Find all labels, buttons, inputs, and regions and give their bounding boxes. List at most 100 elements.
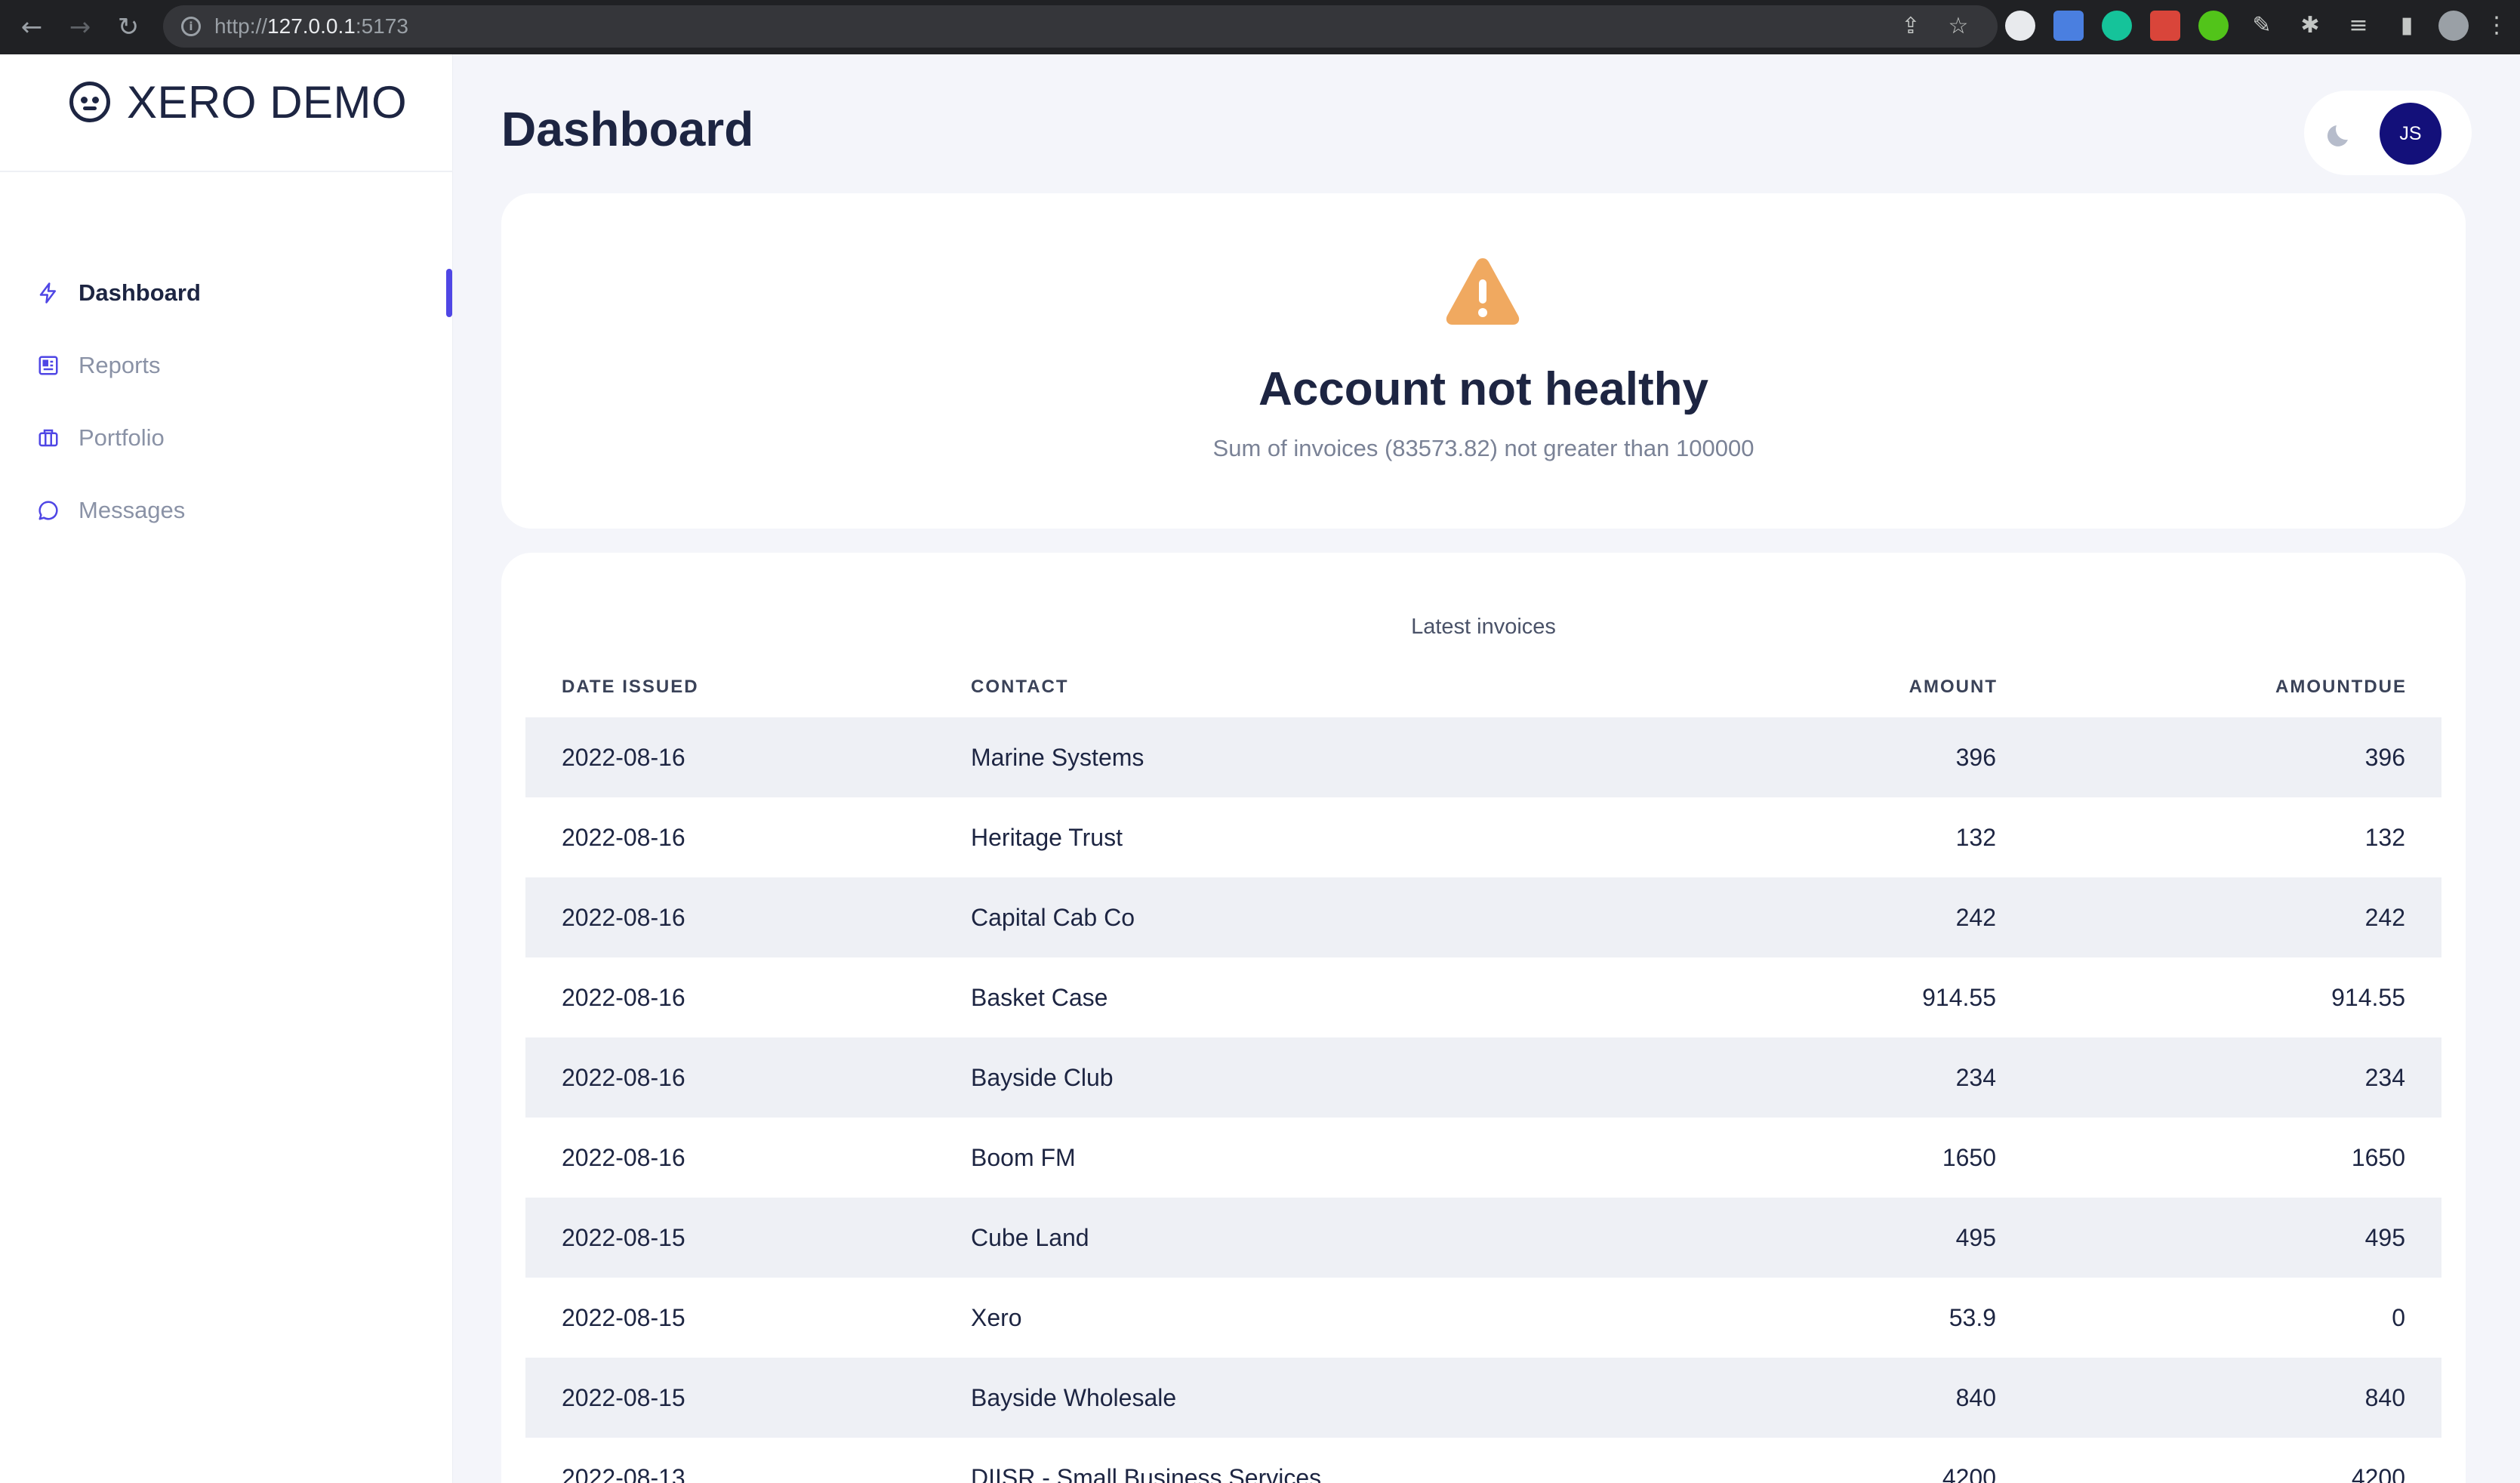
health-status-title: Account not healthy <box>1258 363 1708 415</box>
grammarly-extension-icon[interactable] <box>2102 11 2132 41</box>
sidebar-item-reports[interactable]: Reports <box>35 343 442 388</box>
reload-icon[interactable]: ↻ <box>113 12 143 42</box>
extension-icon[interactable] <box>2150 11 2180 41</box>
cell-amount: 1650 <box>1942 1144 1996 1171</box>
forward-arrow-icon[interactable]: → <box>65 12 95 42</box>
cell-date: 2022-08-15 <box>562 1384 685 1411</box>
cell-amount-due: 234 <box>2364 1064 2405 1091</box>
bookmark-star-icon[interactable]: ☆ <box>1943 11 1973 42</box>
sidebar-item-label: Portfolio <box>79 424 165 451</box>
cell-date: 2022-08-16 <box>562 744 685 771</box>
reports-icon <box>35 352 62 379</box>
bolt-icon <box>35 279 62 307</box>
browser-toolbar: ← → ↻ i http://127.0.0.1:5173 ⇪ ☆ ✎ ✱ ≡ … <box>0 0 2520 54</box>
extension-icon[interactable] <box>2005 11 2035 41</box>
cell-amount: 132 <box>1955 824 1996 851</box>
cell-contact: Xero <box>971 1304 1022 1331</box>
avatar[interactable]: JS <box>2380 103 2441 165</box>
logo-face-icon <box>69 82 110 122</box>
cell-contact: Basket Case <box>971 984 1108 1011</box>
table-row[interactable]: 2022-08-15 Cube Land 495 495 <box>525 1198 2441 1278</box>
sidebar-item-label: Reports <box>79 352 161 378</box>
health-status-subtitle: Sum of invoices (83573.82) not greater t… <box>1212 435 1754 461</box>
cell-contact: Heritage Trust <box>971 824 1123 851</box>
cell-date: 2022-08-15 <box>562 1304 685 1331</box>
cell-date: 2022-08-16 <box>562 1144 685 1171</box>
cell-contact: Bayside Wholesale <box>971 1384 1177 1411</box>
column-header-date: DATE ISSUED <box>562 677 699 697</box>
cell-amount-due: 396 <box>2364 744 2405 771</box>
cell-contact: Boom FM <box>971 1144 1076 1171</box>
sidebar <box>0 54 453 1483</box>
cell-contact: Bayside Club <box>971 1064 1114 1091</box>
translate-extension-icon[interactable] <box>2053 11 2084 41</box>
column-header-amount: AMOUNT <box>1908 677 1998 697</box>
table-row[interactable]: 2022-08-16 Capital Cab Co 242 242 <box>525 877 2441 957</box>
cell-date: 2022-08-13 <box>562 1464 685 1483</box>
table-caption: Latest invoices <box>1411 615 1556 639</box>
table-row[interactable]: 2022-08-13 DIISR - Small Business Servic… <box>525 1438 2441 1483</box>
column-header-contact: CONTACT <box>971 677 1069 697</box>
cell-amount-due: 914.55 <box>2331 984 2405 1011</box>
cell-date: 2022-08-15 <box>562 1224 685 1251</box>
briefcase-icon <box>35 424 62 452</box>
address-bar[interactable]: i http://127.0.0.1:5173 ⇪ ☆ <box>163 5 1998 48</box>
back-arrow-icon[interactable]: ← <box>17 12 47 42</box>
profile-avatar-icon[interactable] <box>2438 11 2469 41</box>
cell-amount: 53.9 <box>1949 1304 1996 1331</box>
url-text: http://127.0.0.1:5173 <box>214 14 408 38</box>
sidebar-item-messages[interactable]: Messages <box>35 488 442 533</box>
table-row[interactable]: 2022-08-16 Marine Systems 396 396 <box>525 717 2441 797</box>
warning-icon <box>1443 254 1522 329</box>
cell-amount-due: 4200 <box>2351 1464 2405 1483</box>
sidebar-item-dashboard[interactable]: Dashboard <box>35 270 442 316</box>
sidebar-item-label: Dashboard <box>79 279 201 306</box>
cell-amount: 242 <box>1955 904 1996 931</box>
cell-amount-due: 495 <box>2364 1224 2405 1251</box>
table-row[interactable]: 2022-08-16 Bayside Club 234 234 <box>525 1037 2441 1118</box>
table-row[interactable]: 2022-08-16 Boom FM 1650 1650 <box>525 1118 2441 1198</box>
cell-date: 2022-08-16 <box>562 904 685 931</box>
share-icon[interactable]: ⇪ <box>1896 11 1926 42</box>
table-row[interactable]: 2022-08-16 Heritage Trust 132 132 <box>525 797 2441 877</box>
cell-amount: 4200 <box>1942 1464 1996 1483</box>
table-row[interactable]: 2022-08-15 Xero 53.9 0 <box>525 1278 2441 1358</box>
side-panel-icon[interactable]: ▮ <box>2392 11 2422 41</box>
pen-extension-icon[interactable]: ✎ <box>2247 11 2277 41</box>
moon-icon <box>2327 125 2348 146</box>
cell-amount-due: 1650 <box>2351 1144 2405 1171</box>
cell-date: 2022-08-16 <box>562 984 685 1011</box>
logo-text: XERO DEMO <box>127 76 408 128</box>
cell-amount: 396 <box>1955 744 1996 771</box>
cell-date: 2022-08-16 <box>562 1064 685 1091</box>
cell-amount-due: 0 <box>2392 1304 2405 1331</box>
cell-contact: Cube Land <box>971 1224 1089 1251</box>
cell-amount: 840 <box>1955 1384 1996 1411</box>
site-info-icon[interactable]: i <box>181 17 201 36</box>
dark-mode-toggle[interactable] <box>2322 116 2358 153</box>
browser-menu-icon[interactable]: ⋮ <box>2485 11 2508 41</box>
sidebar-item-portfolio[interactable]: Portfolio <box>35 415 442 461</box>
cell-amount: 495 <box>1955 1224 1996 1251</box>
logo[interactable]: XERO DEMO <box>69 76 407 128</box>
chat-bubble-icon <box>35 497 62 524</box>
cell-contact: DIISR - Small Business Services <box>971 1464 1322 1483</box>
sidebar-divider <box>0 171 453 172</box>
sidebar-item-label: Messages <box>79 497 186 523</box>
cell-amount: 234 <box>1955 1064 1996 1091</box>
extension-icon[interactable] <box>2198 11 2229 41</box>
cell-contact: Capital Cab Co <box>971 904 1135 931</box>
puzzle-extensions-icon[interactable]: ✱ <box>2295 11 2325 41</box>
reading-list-icon[interactable]: ≡ <box>2343 11 2374 41</box>
table-row[interactable]: 2022-08-15 Bayside Wholesale 840 840 <box>525 1358 2441 1438</box>
column-header-amountdue: AMOUNTDUE <box>2275 677 2407 697</box>
page-title: Dashboard <box>501 102 754 156</box>
cell-amount-due: 840 <box>2364 1384 2405 1411</box>
cell-amount: 914.55 <box>1922 984 1996 1011</box>
cell-contact: Marine Systems <box>971 744 1144 771</box>
table-row[interactable]: 2022-08-16 Basket Case 914.55 914.55 <box>525 957 2441 1037</box>
account-health-card <box>501 193 2466 529</box>
cell-amount-due: 132 <box>2364 824 2405 851</box>
cell-date: 2022-08-16 <box>562 824 685 851</box>
cell-amount-due: 242 <box>2364 904 2405 931</box>
